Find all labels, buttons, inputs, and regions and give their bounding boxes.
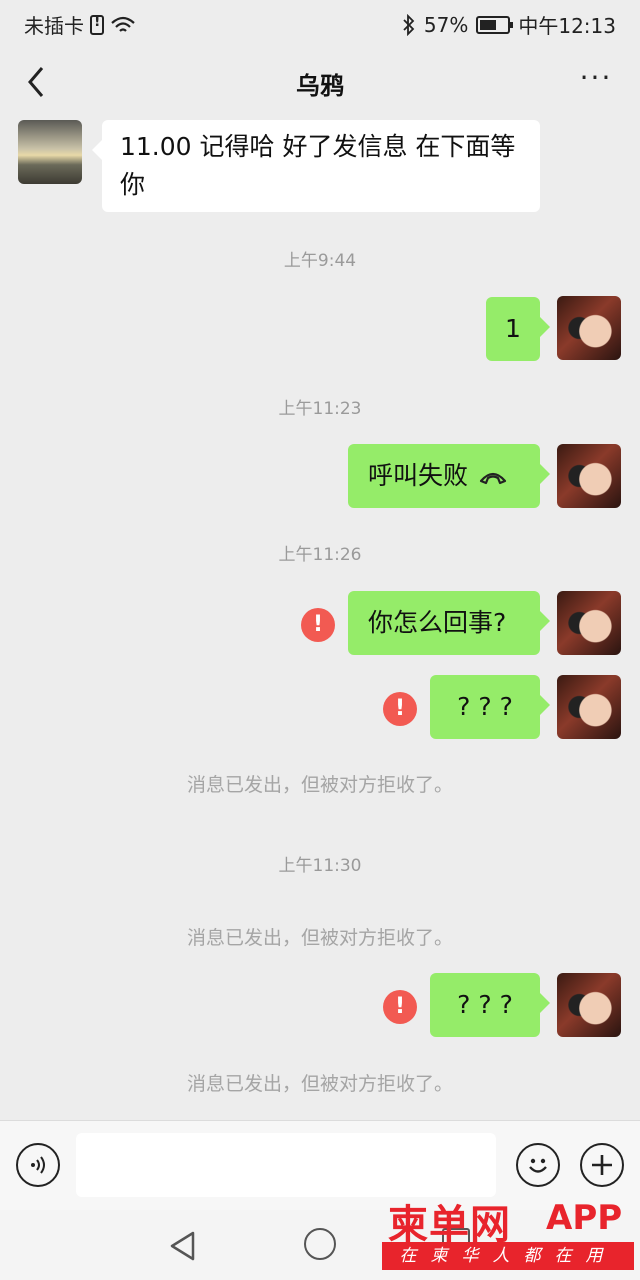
status-right: 57% 中午12:13 [402, 10, 616, 39]
message-text: ? ? ? [457, 692, 513, 721]
rejected-notice: 消息已发出，但被对方拒收了。 [186, 1073, 453, 1095]
send-failed-icon[interactable]: ! [383, 990, 417, 1024]
voice-input-icon[interactable] [16, 1143, 60, 1187]
sim-alert-icon [90, 14, 104, 35]
watermark-app: APP [546, 1198, 623, 1238]
message-text: ? ? ? [457, 990, 513, 1019]
rejected-notice: 消息已发出，但被对方拒收了。 [186, 927, 453, 949]
message-text: 11.00 记得哈 好了发信息 在下面等你 [120, 132, 516, 199]
message-bubble-incoming[interactable]: 11.00 记得哈 好了发信息 在下面等你 [92, 120, 540, 212]
battery-icon [476, 15, 514, 34]
more-options-icon[interactable]: ··· [576, 64, 616, 98]
my-avatar[interactable] [557, 973, 621, 1037]
carrier-label: 未插卡 [24, 14, 84, 38]
emoji-icon[interactable] [516, 1143, 560, 1187]
status-bar: 未插卡 57% 中午12:13 [0, 0, 640, 44]
message-bubble-outgoing[interactable]: 1 [486, 297, 550, 361]
wifi-icon [111, 16, 135, 32]
my-avatar[interactable] [557, 675, 621, 739]
message-text: 你怎么回事? [368, 608, 507, 637]
message-bubble-outgoing[interactable]: ? ? ? [430, 973, 550, 1037]
battery-percent: 57% [423, 12, 469, 37]
nav-back-icon[interactable] [168, 1230, 198, 1262]
clock: 中午12:13 [518, 14, 616, 38]
bluetooth-icon [403, 13, 415, 36]
contact-avatar[interactable] [18, 120, 82, 184]
timestamp: 上午11:26 [278, 545, 362, 565]
rejected-notice: 消息已发出，但被对方拒收了。 [186, 774, 453, 796]
send-failed-icon[interactable]: ! [383, 692, 417, 726]
status-left: 未插卡 [24, 10, 136, 39]
call-failed-bubble[interactable]: 呼叫失败 [348, 444, 550, 508]
chat-header: 乌鸦 ··· [0, 44, 640, 120]
message-bubble-outgoing[interactable]: ? ? ? [430, 675, 550, 739]
my-avatar[interactable] [557, 444, 621, 508]
watermark-logo: 柬单网 APP 在柬华人都在用 [382, 1192, 634, 1276]
plus-icon[interactable] [580, 1143, 624, 1187]
my-avatar[interactable] [557, 296, 621, 360]
watermark-slogan: 在柬华人都在用 [382, 1242, 634, 1270]
my-avatar[interactable] [557, 591, 621, 655]
hangup-phone-icon [479, 472, 507, 485]
nav-home-icon[interactable] [304, 1228, 336, 1260]
message-bubble-outgoing[interactable]: 你怎么回事? [348, 591, 550, 655]
message-text: 1 [505, 314, 521, 343]
timestamp: 上午11:30 [278, 856, 362, 876]
timestamp: 上午9:44 [283, 251, 357, 271]
send-failed-icon[interactable]: ! [301, 608, 335, 642]
timestamp: 上午11:23 [278, 399, 362, 419]
message-input[interactable] [76, 1133, 496, 1197]
contact-name: 乌鸦 [296, 72, 344, 100]
message-text: 呼叫失败 [368, 461, 469, 490]
